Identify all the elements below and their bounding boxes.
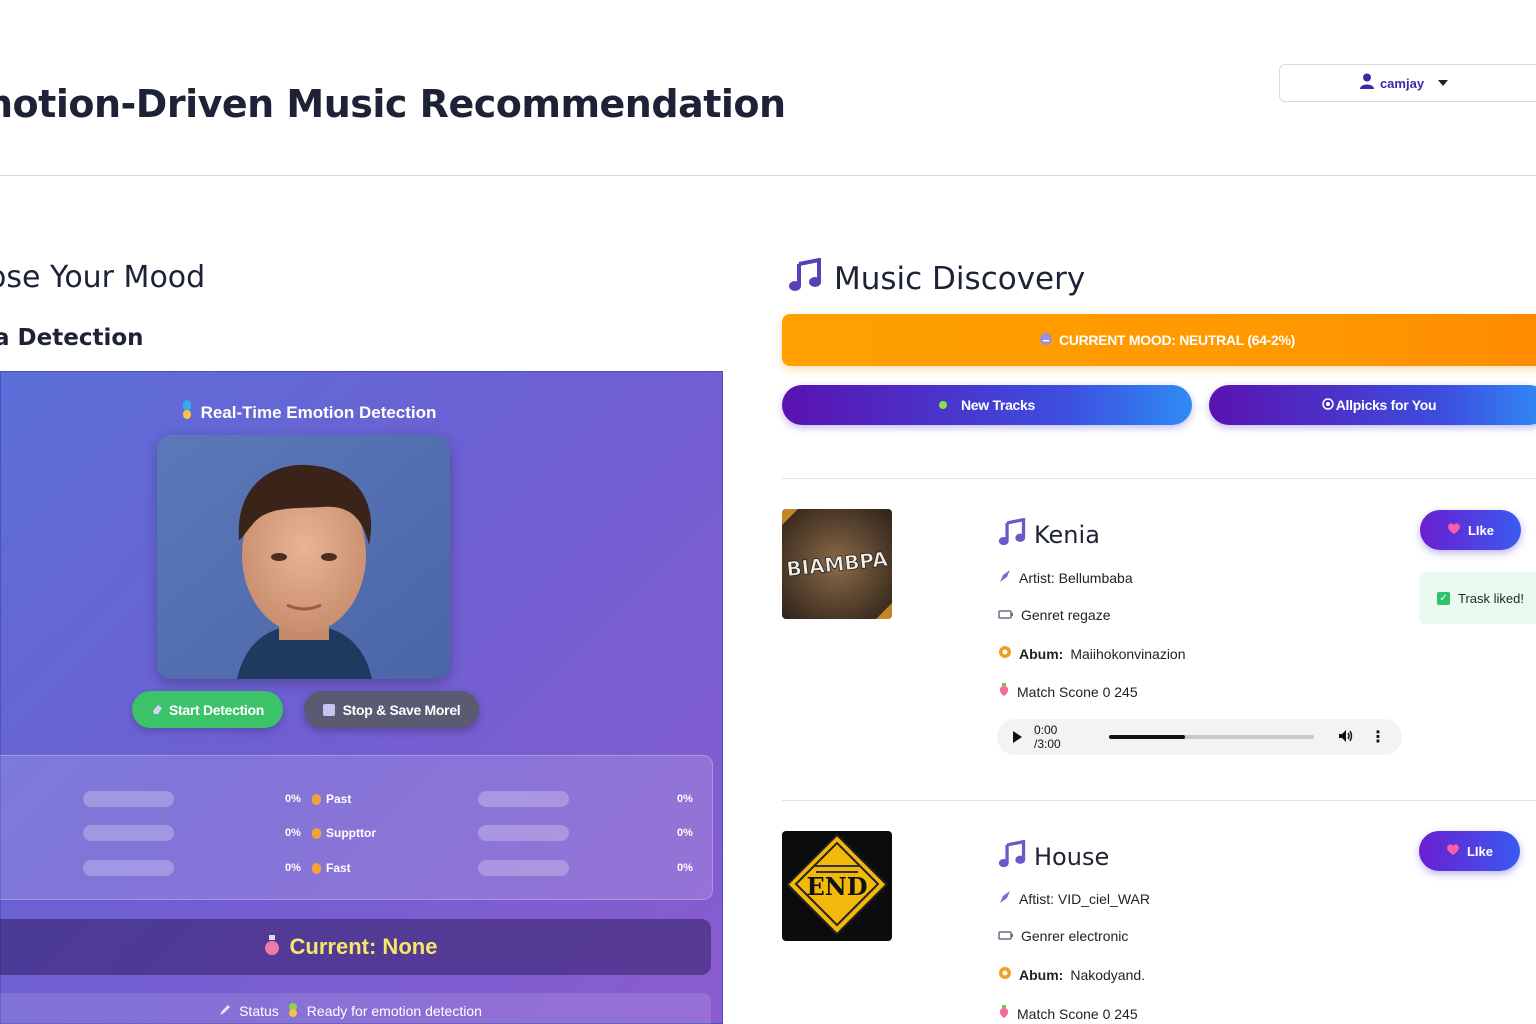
detection-heading: a Detection	[0, 325, 144, 351]
track-genre: Genret regaze	[998, 607, 1111, 623]
player-time: 0:00 /3:00	[1034, 723, 1061, 751]
webcam-feed	[157, 435, 450, 679]
emotion-bar	[478, 791, 569, 807]
tab-new-tracks[interactable]: New Tracks	[782, 385, 1192, 425]
liked-toast: ✓ Trask liked!	[1419, 572, 1536, 624]
track-genre: Genrer electronic	[998, 928, 1128, 944]
track-album: Abum: Maiihokonvinazion	[998, 645, 1186, 662]
track-match: Match Scone 0 245	[998, 1005, 1138, 1022]
header-divider	[0, 175, 1536, 176]
music-note-icon	[998, 517, 1026, 552]
emotion-label: Fast	[312, 861, 351, 875]
emotion-percent: 0%	[677, 793, 693, 805]
emotion-bar	[83, 825, 174, 841]
choose-mood-heading: ose Your Mood	[0, 260, 206, 295]
status-light-icon	[287, 1003, 299, 1020]
emotion-bar	[83, 791, 174, 807]
current-mood-banner: CURRENT MOOD: NEUTRAL (64-2%)	[782, 314, 1536, 366]
user-menu[interactable]: camjay	[1279, 64, 1536, 102]
music-note-icon	[788, 257, 822, 300]
emotion-bar	[83, 860, 174, 876]
tab-picks-for-you[interactable]: Allpicks for You	[1209, 385, 1536, 425]
status-label: Status	[239, 1003, 279, 1019]
more-options-icon[interactable]: ⋮	[1370, 727, 1386, 747]
emotion-percent: 0%	[285, 793, 301, 805]
emotion-dot-icon	[312, 793, 321, 805]
start-detection-button[interactable]: Start Detection	[132, 691, 283, 728]
check-icon: ✓	[1437, 591, 1450, 605]
emotion-percent: 0%	[285, 862, 301, 874]
volume-icon[interactable]	[1338, 729, 1354, 746]
play-icon[interactable]	[1013, 731, 1022, 743]
svg-text:END: END	[806, 872, 867, 901]
emotion-dot-icon	[312, 827, 321, 839]
emotion-percent: 0%	[677, 862, 693, 874]
track-album: Abum: Nakodyand.	[998, 966, 1145, 983]
status-text: Ready for emotion detection	[306, 1003, 482, 1019]
track-title: Kenia	[998, 517, 1100, 552]
disc-icon	[998, 645, 1012, 662]
pen-icon	[219, 1003, 231, 1019]
emotion-bar	[478, 825, 569, 841]
track-match: Match Scone 0 245	[998, 683, 1138, 700]
quill-icon	[998, 569, 1012, 586]
track-divider	[782, 800, 1536, 801]
music-discovery-heading: Music Discovery	[788, 257, 1085, 300]
track-divider	[782, 478, 1536, 479]
chevron-down-icon	[1438, 80, 1449, 86]
album-cover: END	[782, 831, 892, 941]
music-note-icon	[998, 839, 1026, 874]
player-progress-fill	[1109, 735, 1186, 739]
emotion-dot-icon	[312, 862, 321, 874]
stop-icon	[322, 703, 335, 716]
strawberry-icon	[998, 1005, 1010, 1022]
like-button[interactable]: LIke	[1419, 831, 1520, 871]
player-progress[interactable]	[1109, 735, 1314, 739]
emotion-percent: 0%	[285, 827, 301, 839]
emotion-bar	[478, 860, 569, 876]
app-title: notion-Driven Music Recommendation	[0, 82, 786, 126]
heart-icon	[1446, 843, 1460, 859]
status-bar: Status Ready for emotion detection	[0, 993, 711, 1024]
disc-icon	[998, 966, 1012, 983]
current-emotion: Current: None	[0, 919, 711, 975]
track-artist: Aftist: VID_ciel_WAR	[998, 890, 1150, 907]
album-cover: BIAMBPA	[782, 509, 892, 619]
potion-icon	[264, 934, 280, 960]
emotion-percent: 0%	[677, 827, 693, 839]
track-title: House	[998, 839, 1109, 874]
tag-icon	[998, 607, 1014, 623]
new-dot-icon	[938, 401, 947, 409]
target-icon	[1322, 397, 1334, 413]
audio-player[interactable]: 0:00 /3:00 ⋮	[997, 719, 1402, 755]
emotion-label: Past	[312, 792, 351, 806]
user-name: camjay	[1379, 75, 1425, 91]
heart-icon	[1447, 522, 1461, 538]
current-emotion-text: Current: None	[289, 934, 438, 959]
stop-save-button[interactable]: Stop & Save Morel	[304, 691, 479, 728]
user-icon	[1359, 73, 1374, 94]
like-button[interactable]: LIke	[1420, 510, 1521, 550]
track-artist: Artist: Bellumbaba	[998, 569, 1133, 586]
emotion-label: Suppttor	[312, 826, 376, 840]
quill-icon	[998, 890, 1012, 907]
strawberry-icon	[998, 683, 1010, 700]
mic-icon	[181, 400, 193, 425]
eraser-icon	[151, 702, 163, 718]
tag-icon	[998, 928, 1014, 944]
mood-face-icon	[1039, 332, 1053, 349]
camera-title: Real-Time Emotion Detection	[0, 400, 617, 425]
